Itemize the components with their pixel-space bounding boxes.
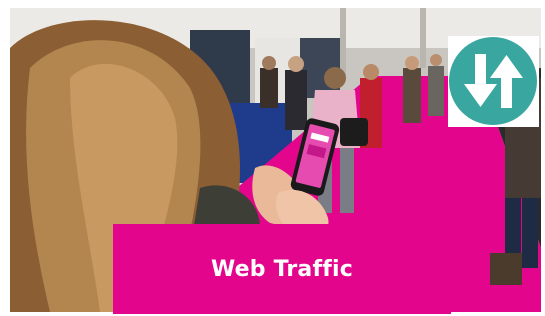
banner-title: Web Traffic — [210, 256, 354, 282]
column — [340, 8, 346, 78]
traffic-badge — [448, 36, 539, 127]
card: Web Traffic — [0, 0, 545, 316]
up-down-arrows-icon — [464, 54, 523, 108]
column — [420, 8, 426, 68]
title-banner: Web Traffic — [113, 224, 451, 314]
